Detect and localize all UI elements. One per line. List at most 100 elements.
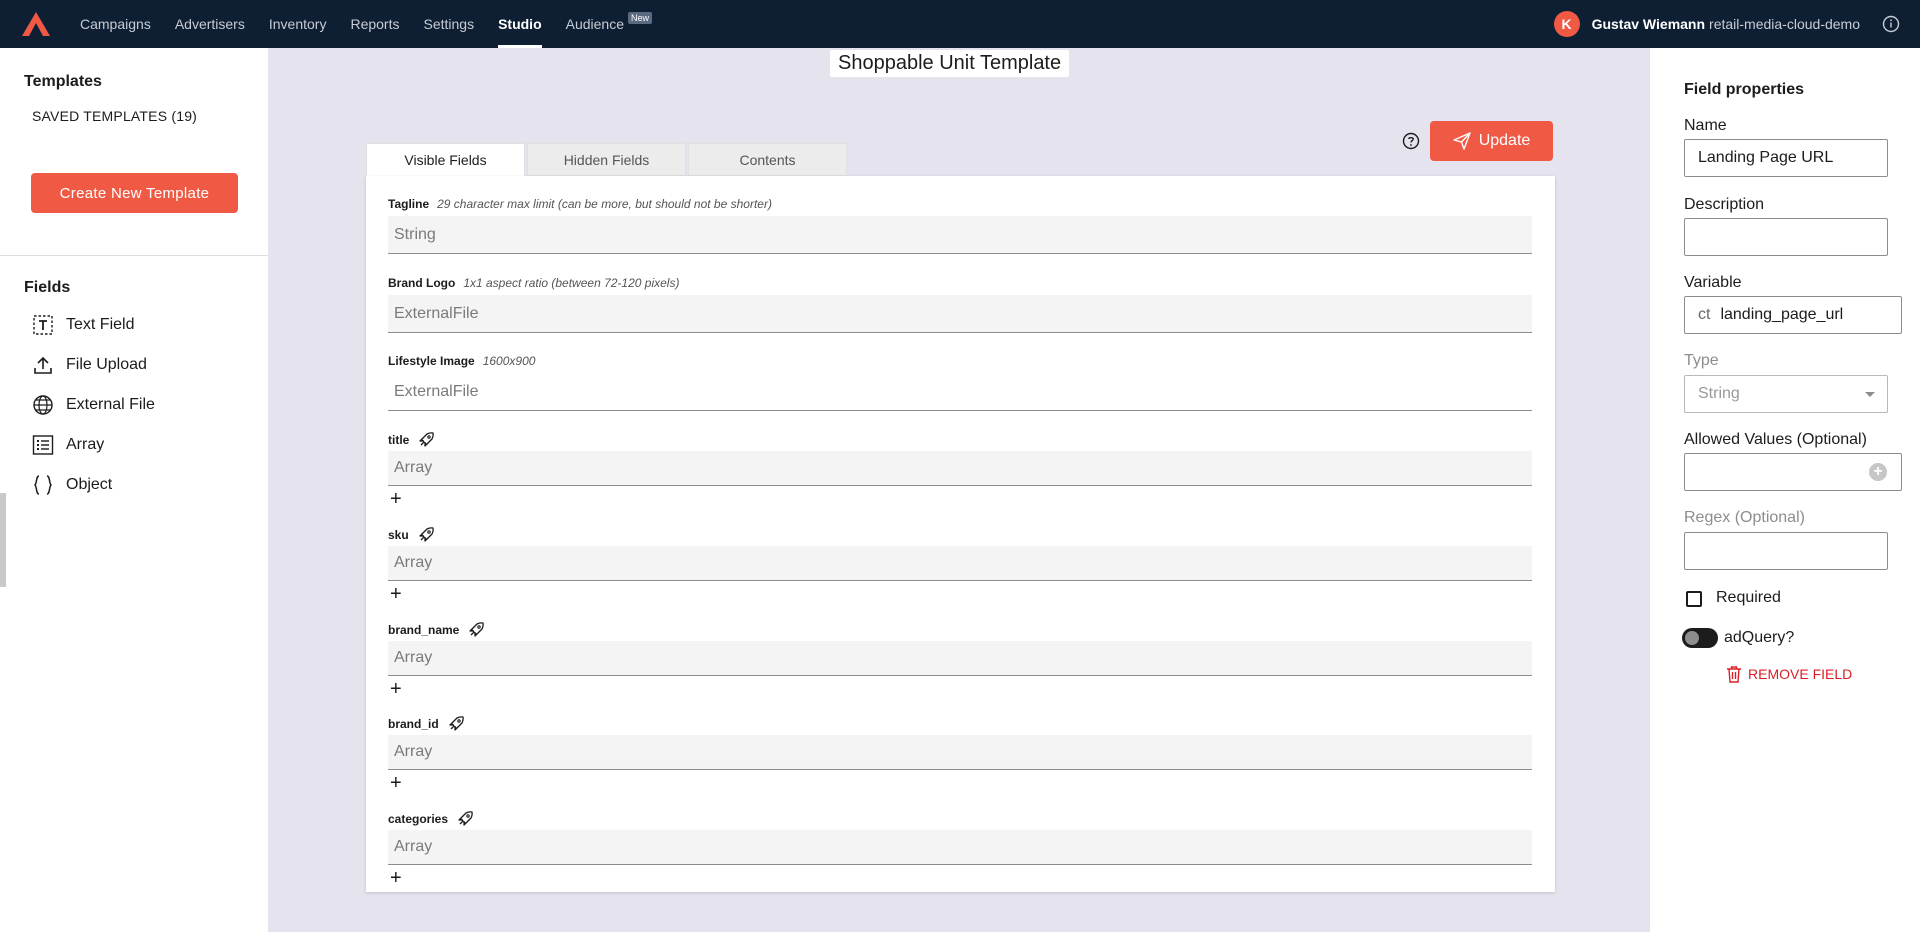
avatar[interactable]: K (1553, 11, 1580, 37)
name-input[interactable]: Landing Page URL (1684, 139, 1888, 177)
tagline-input[interactable]: String (388, 216, 1532, 254)
title-array-input[interactable]: Array (388, 451, 1532, 486)
field-label: brand_id (388, 715, 465, 733)
nav-label: Audience (565, 16, 625, 32)
text-field-icon (33, 315, 53, 335)
update-label: Update (1478, 132, 1531, 149)
field-label: Tagline 29 character max limit (can be m… (388, 197, 772, 211)
field-type-placeholder: Array (394, 649, 433, 666)
templates-heading: Templates (24, 73, 102, 90)
tab-visible-fields[interactable]: Visible Fields (366, 143, 525, 176)
regex-input[interactable] (1684, 532, 1888, 570)
type-select[interactable]: String (1684, 375, 1888, 413)
saved-templates-link[interactable]: SAVED TEMPLATES (19) (32, 108, 197, 124)
name-value: Landing Page URL (1698, 149, 1834, 166)
rocket-icon (419, 432, 435, 447)
adquery-label: adQuery? (1724, 629, 1795, 646)
adquery-toggle[interactable] (1682, 628, 1718, 648)
left-sidebar: Templates SAVED TEMPLATES (19) Create Ne… (0, 48, 268, 932)
field-name: Tagline (388, 197, 430, 211)
update-button[interactable]: Update (1430, 121, 1553, 161)
field-type-text-field[interactable]: Text Field (32, 314, 134, 336)
brand-name-array-input[interactable]: Array (388, 641, 1532, 676)
field-label: Lifestyle Image 1600x900 (388, 354, 535, 368)
required-label: Required (1716, 589, 1781, 606)
brand-id-array-input[interactable]: Array (388, 735, 1532, 770)
brand-logo-input[interactable]: ExternalFile (388, 295, 1532, 333)
tab-hidden-fields[interactable]: Hidden Fields (527, 143, 686, 176)
list-icon (32, 435, 54, 455)
brand-logo-icon[interactable] (22, 12, 50, 36)
field-name: Brand Logo (388, 276, 456, 290)
field-type-placeholder: Array (394, 743, 433, 760)
field-type-placeholder: String (394, 225, 436, 243)
nav-settings[interactable]: Settings (411, 0, 486, 48)
field-type-array[interactable]: Array (32, 434, 104, 456)
description-label: Description (1684, 196, 1765, 213)
field-label: brand_name (388, 621, 485, 639)
add-item-button[interactable]: + (390, 489, 402, 509)
template-title[interactable]: Shoppable Unit Template (830, 50, 1070, 77)
create-new-template-button[interactable]: Create New Template (31, 173, 238, 213)
nav-campaigns[interactable]: Campaigns (68, 0, 163, 48)
field-hint: 1600x900 (482, 354, 536, 368)
allowed-values-input[interactable]: + (1684, 453, 1902, 491)
add-item-button[interactable]: + (390, 679, 402, 699)
tab-contents[interactable]: Contents (688, 143, 847, 176)
description-input[interactable] (1684, 218, 1888, 256)
field-type-label: External File (66, 396, 155, 413)
field-name: brand_name (388, 623, 460, 637)
scrollbar[interactable] (0, 493, 6, 587)
field-name: sku (388, 528, 409, 542)
regex-label: Regex (Optional) (1684, 509, 1805, 526)
field-type-external-file[interactable]: External File (32, 394, 155, 416)
field-label: Brand Logo 1x1 aspect ratio (between 72-… (388, 276, 679, 290)
nav-studio[interactable]: Studio (486, 0, 554, 48)
type-value: String (1698, 385, 1740, 402)
add-item-button[interactable]: + (390, 773, 402, 793)
nav-reports[interactable]: Reports (338, 0, 411, 48)
nav-inventory[interactable]: Inventory (257, 0, 339, 48)
nav-label: Inventory (268, 16, 327, 32)
trash-icon (1727, 666, 1741, 683)
help-icon[interactable] (1402, 132, 1420, 150)
field-hint: 1x1 aspect ratio (between 72-120 pixels) (463, 276, 680, 290)
user-menu[interactable]: K Gustav Wiemann retail-media-cloud-demo (1553, 0, 1920, 48)
field-name: categories (388, 812, 449, 826)
field-type-object[interactable]: Object (32, 474, 112, 496)
add-item-button[interactable]: + (390, 868, 402, 888)
allowed-values-label: Allowed Values (Optional) (1684, 431, 1867, 448)
field-tabs: Visible Fields Hidden Fields Contents (366, 143, 849, 176)
field-hint: 29 character max limit (can be more, but… (437, 197, 772, 211)
field-type-label: Object (66, 476, 113, 493)
field-name: brand_id (388, 717, 439, 731)
braces-icon (33, 475, 53, 495)
variable-label: Variable (1684, 274, 1742, 291)
nav-label: Settings (423, 16, 475, 32)
field-type-placeholder: Array (394, 554, 433, 571)
add-circle-icon[interactable]: + (1869, 463, 1887, 481)
categories-array-input[interactable]: Array (388, 830, 1532, 865)
field-type-placeholder: ExternalFile (394, 382, 479, 400)
field-type-file-upload[interactable]: File Upload (32, 354, 147, 376)
nav-advertisers[interactable]: Advertisers (163, 0, 257, 48)
fields-heading: Fields (24, 279, 71, 296)
remove-field-button[interactable]: REMOVE FIELD (1726, 665, 1852, 683)
rocket-icon (449, 716, 464, 731)
field-name: title (388, 433, 410, 447)
remove-field-label: REMOVE FIELD (1748, 666, 1853, 682)
info-icon[interactable] (1882, 15, 1900, 33)
field-type-placeholder: Array (394, 459, 433, 476)
type-label: Type (1684, 352, 1719, 369)
lifestyle-image-input[interactable]: ExternalFile (388, 373, 1532, 411)
field-label: categories (388, 810, 474, 828)
variable-input[interactable]: ct landing_page_url (1684, 296, 1902, 334)
visible-fields-panel: Tagline 29 character max limit (can be m… (366, 176, 1555, 892)
nav-label: Advertisers (174, 16, 245, 32)
add-item-button[interactable]: + (390, 584, 402, 604)
globe-icon (33, 395, 53, 415)
required-checkbox[interactable] (1686, 591, 1702, 607)
field-properties-panel: Field properties Name Landing Page URL D… (1650, 48, 1920, 932)
nav-audience[interactable]: Audience New (554, 0, 664, 48)
sku-array-input[interactable]: Array (388, 546, 1532, 581)
